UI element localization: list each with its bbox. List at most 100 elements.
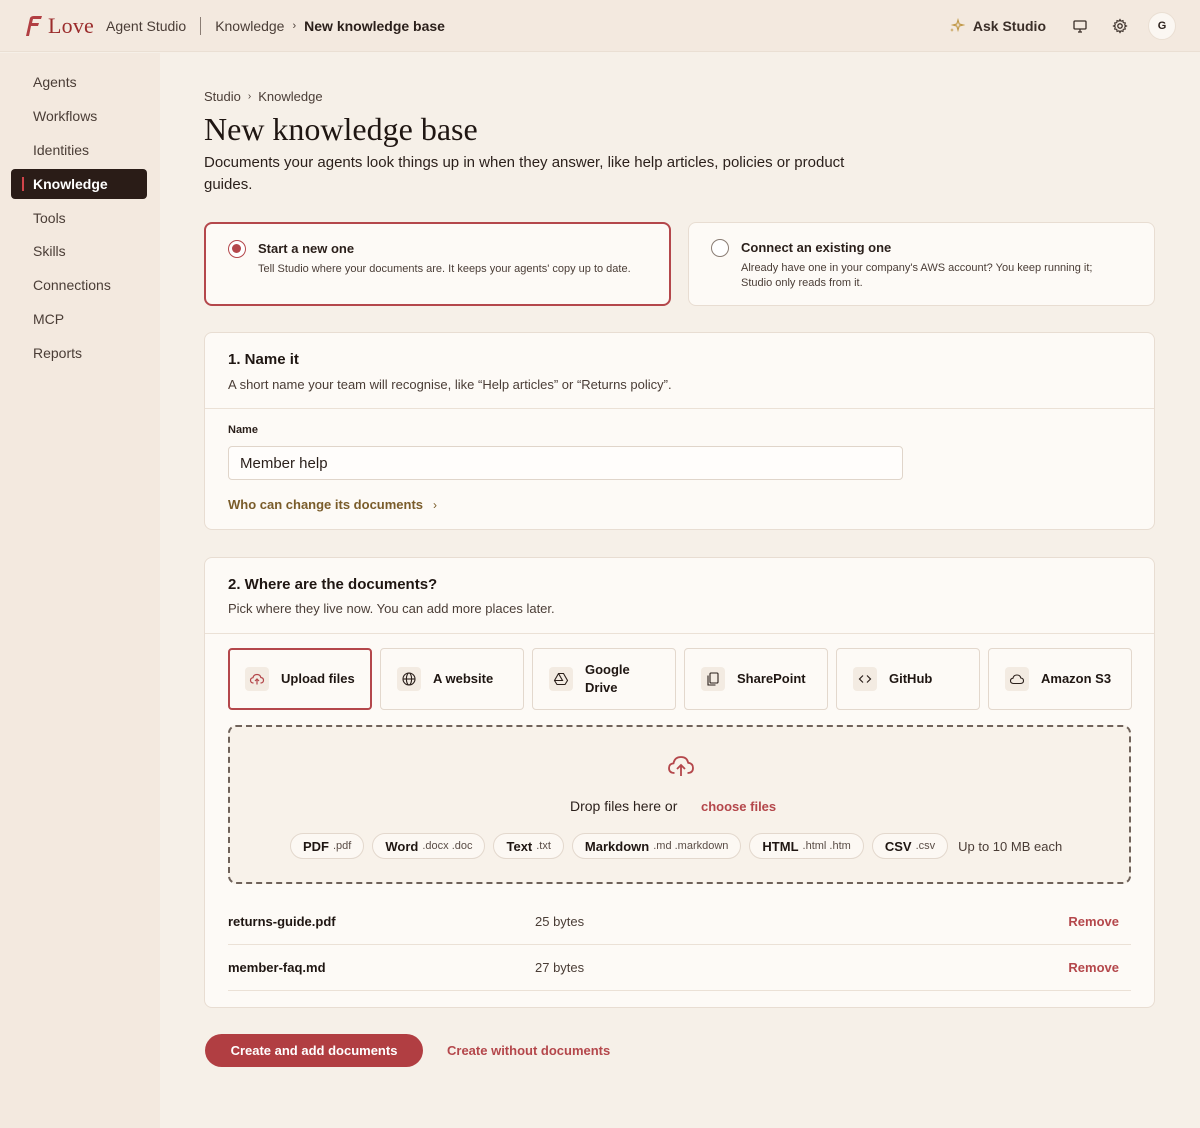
main-content: Studio › Knowledge New knowledge base Do… [160, 53, 1200, 1128]
sidebar-item-agents[interactable]: Agents [11, 67, 147, 97]
mode-connect-existing[interactable]: Connect an existing one Already have one… [688, 222, 1155, 306]
file-type-name: Markdown [584, 838, 650, 854]
tile-label: Google Drive [585, 662, 630, 695]
file-name: returns-guide.pdf [228, 914, 336, 929]
chevron-right-icon: › [247, 91, 252, 102]
document-access-label: Who can change its documents [228, 497, 424, 512]
settings-button[interactable] [1108, 14, 1132, 38]
file-type-name: HTML [762, 838, 799, 854]
remove-file-button[interactable]: Remove [1068, 960, 1119, 975]
file-type-chip: Text .txt [493, 833, 564, 859]
document-copy-icon [701, 667, 725, 691]
upload-cloud-icon [245, 667, 269, 691]
document-access-link[interactable]: Who can change its documents › [228, 497, 437, 512]
documents-section: 2. Where are the documents? Pick where t… [204, 557, 1155, 1008]
create-without-documents-link[interactable]: Create without documents [447, 1043, 610, 1058]
section-divider [205, 633, 1154, 634]
brand-logo-icon [26, 15, 42, 36]
page-title: New knowledge base [204, 111, 478, 147]
cloud-icon [1005, 667, 1029, 691]
tile-label: A website [433, 671, 494, 686]
sidebar-item-connections[interactable]: Connections [11, 270, 147, 300]
remove-file-button[interactable]: Remove [1068, 914, 1119, 929]
section-divider [205, 408, 1154, 409]
file-type-ext: .md .markdown [653, 840, 729, 852]
breadcrumb-knowledge[interactable]: Knowledge [258, 89, 322, 104]
name-section: 1. Name it A short name your team will r… [204, 332, 1155, 530]
name-input[interactable] [228, 446, 903, 480]
file-type-ext: .pdf [333, 840, 352, 852]
page-description: Documents your agents look things up in … [204, 154, 845, 193]
section-subtitle: Pick where they live now. You can add mo… [228, 601, 555, 616]
topbar-crumb-knowledge[interactable]: Knowledge [215, 18, 284, 34]
tile-label: GitHub [889, 671, 933, 686]
file-type-name: Text [506, 838, 533, 854]
display-button[interactable] [1068, 14, 1092, 38]
mode-description: Tell Studio where your documents are. It… [258, 263, 631, 275]
source-github[interactable]: GitHub [836, 648, 980, 710]
tile-label: Amazon S3 [1041, 671, 1112, 686]
file-type-ext: .html .htm [802, 840, 851, 852]
file-type-name: PDF [303, 838, 329, 854]
file-row: member-faq.md 27 bytes Remove [228, 945, 1131, 991]
file-name: member-faq.md [228, 960, 326, 975]
sidebar: Agents Workflows Identities Knowledge To… [0, 53, 160, 1128]
file-type-chip: HTML .html .htm [749, 833, 864, 859]
choose-files-link[interactable]: choose files [701, 799, 776, 814]
brand[interactable]: Love Agent Studio [22, 13, 186, 39]
sidebar-item-mcp[interactable]: MCP [11, 304, 147, 334]
ask-studio-button[interactable]: Ask Studio [949, 17, 1046, 34]
file-type-ext: .csv [915, 840, 936, 852]
source-sharepoint[interactable]: SharePoint [684, 648, 828, 710]
breadcrumb-studio[interactable]: Studio [204, 89, 241, 104]
file-type-name: Word [385, 838, 419, 854]
section-subtitle: A short name your team will recognise, l… [228, 377, 672, 392]
radio-connect-existing[interactable] [711, 239, 729, 257]
file-type-chip: PDF .pdf [290, 833, 365, 859]
mode-title: Connect an existing one [741, 240, 892, 255]
source-website[interactable]: A website [380, 648, 524, 710]
file-dropzone[interactable]: Drop files here or choose files PDF .pdf… [228, 725, 1131, 884]
chevron-right-icon: › [433, 497, 438, 512]
top-bar: Love Agent Studio Knowledge › New knowle… [0, 0, 1200, 52]
globe-icon [397, 667, 421, 691]
sidebar-item-workflows[interactable]: Workflows [11, 101, 147, 131]
brand-name: Love [48, 12, 95, 38]
drive-icon [549, 667, 573, 691]
source-upload-files[interactable]: Upload files [228, 648, 372, 710]
monitor-icon [1073, 19, 1087, 33]
source-amazon-s3[interactable]: Amazon S3 [988, 648, 1132, 710]
file-type-name: CSV [884, 838, 912, 854]
upload-cloud-icon [668, 756, 694, 776]
file-type-ext: .docx .doc [422, 840, 473, 852]
mode-description: Already have one in your company's AWS a… [741, 262, 1093, 289]
sidebar-item-tools[interactable]: Tools [11, 203, 147, 233]
create-and-add-button[interactable]: Create and add documents [205, 1034, 423, 1067]
topbar-divider [200, 16, 202, 35]
source-google-drive[interactable]: Google Drive [532, 648, 676, 710]
user-avatar[interactable]: G [1148, 11, 1176, 40]
sidebar-item-reports[interactable]: Reports [11, 338, 147, 368]
radio-start-new[interactable] [228, 240, 246, 258]
section-title: 1. Name it [228, 351, 299, 368]
file-type-list: PDF .pdf Word .docx .doc Text .txt Markd… [290, 833, 1062, 859]
sidebar-item-knowledge[interactable]: Knowledge [11, 169, 147, 199]
breadcrumb: Studio › Knowledge [204, 89, 323, 104]
chevron-right-icon: › [292, 19, 297, 32]
sidebar-item-identities[interactable]: Identities [11, 135, 147, 165]
file-type-ext: .txt [536, 840, 551, 852]
mode-title: Start a new one [258, 241, 355, 256]
file-size: 27 bytes [535, 960, 585, 975]
file-size: 25 bytes [535, 914, 585, 929]
size-limit-text: Up to 10 MB each [958, 838, 1063, 854]
name-field-label: Name [228, 424, 258, 436]
tile-label: Upload files [281, 671, 355, 686]
gear-icon [1112, 17, 1128, 34]
sidebar-item-skills[interactable]: Skills [11, 236, 147, 266]
mode-start-new[interactable]: Start a new one Tell Studio where your d… [204, 222, 671, 306]
section-title: 2. Where are the documents? [228, 576, 438, 593]
code-icon [853, 667, 877, 691]
brand-subtitle: Agent Studio [106, 17, 187, 34]
topbar-crumb-current: New knowledge base [304, 17, 445, 34]
file-type-chip: CSV .csv [871, 833, 949, 859]
